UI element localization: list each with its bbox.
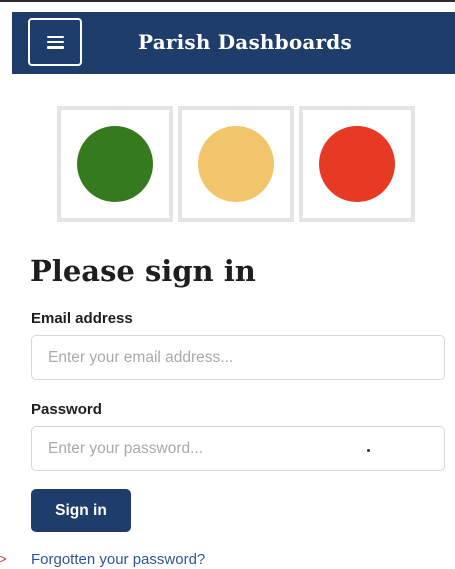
email-label: Email address xyxy=(31,310,133,327)
password-label: Password xyxy=(31,401,102,418)
email-field[interactable] xyxy=(31,335,445,380)
green-light-icon xyxy=(77,126,153,202)
password-field[interactable] xyxy=(31,426,445,471)
forgot-password-link[interactable]: Forgotten your password? xyxy=(31,551,205,568)
menu-button[interactable] xyxy=(28,18,82,66)
page-title: Please sign in xyxy=(30,254,256,288)
red-light-box xyxy=(299,106,415,222)
traffic-light-logo xyxy=(57,106,417,224)
navbar: Parish Dashboards xyxy=(12,12,455,74)
amber-light-box xyxy=(178,106,294,222)
sign-in-button[interactable]: Sign in xyxy=(31,489,131,532)
edge-arrow-icon xyxy=(0,556,6,562)
hamburger-menu-icon xyxy=(46,35,64,49)
app-title: Parish Dashboards xyxy=(138,30,352,54)
top-border xyxy=(0,0,455,2)
green-light-box xyxy=(57,106,173,222)
red-light-icon xyxy=(319,126,395,202)
cursor-dot xyxy=(367,449,370,452)
amber-light-icon xyxy=(198,126,274,202)
